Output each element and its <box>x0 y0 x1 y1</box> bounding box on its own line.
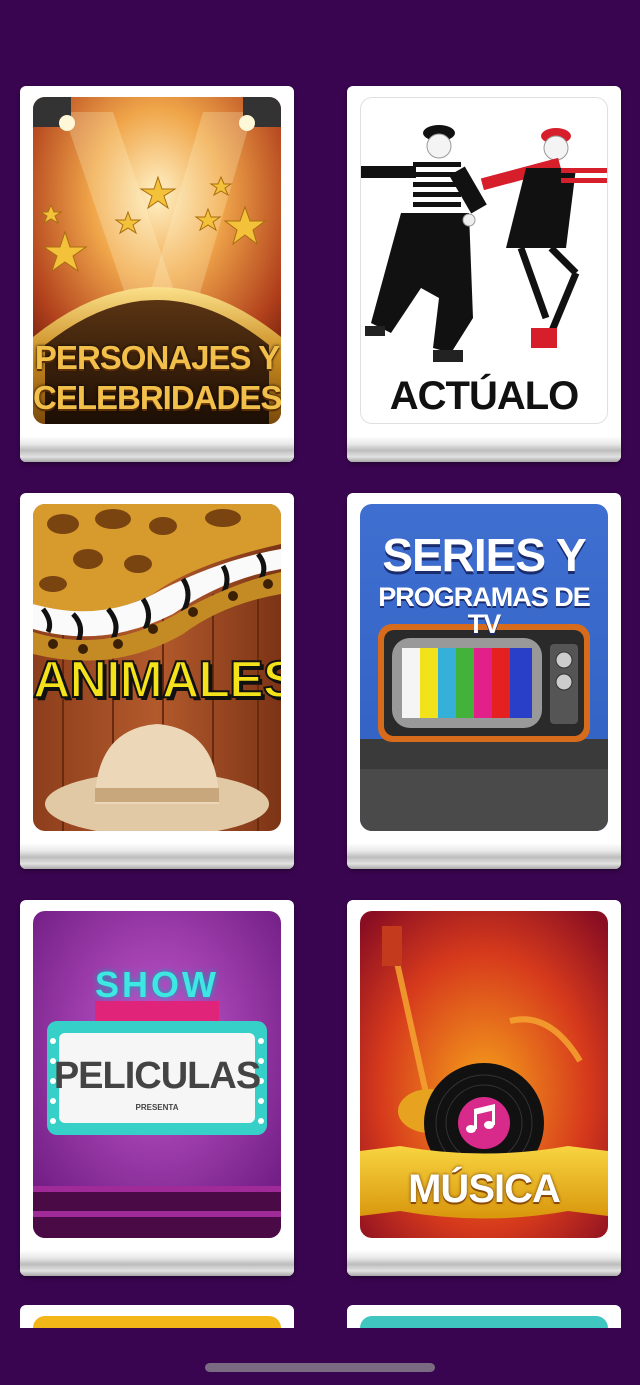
card-base <box>347 436 621 462</box>
category-title: MÚSICA <box>408 1167 561 1211</box>
category-card-series[interactable]: SERIES Y PROGRAMAS DE TV <box>347 493 621 869</box>
category-title: PERSONAJES Y <box>34 339 280 376</box>
card-artwork: SHOW PELICULAS PRESENTA <box>33 911 281 1238</box>
category-title-line2: PROGRAMAS DE TV <box>378 582 591 639</box>
card-base <box>20 436 294 462</box>
category-title: ANIMALES <box>33 651 281 709</box>
category-title: SERIES Y <box>382 529 586 581</box>
category-card-animales[interactable]: ANIMALES <box>20 493 294 869</box>
card-base <box>20 1250 294 1276</box>
category-card-actualo[interactable]: ACTÚALO <box>347 86 621 462</box>
category-title: ACTÚALO <box>389 374 580 418</box>
card-artwork: ACTÚALO <box>360 97 608 424</box>
card-artwork: SERIES Y PROGRAMAS DE TV <box>360 504 608 831</box>
category-card-personajes[interactable]: PERSONAJES Y CELEBRIDADES <box>20 86 294 462</box>
category-title-line2: CELEBRIDADES <box>33 379 281 416</box>
bottom-safe-area <box>0 1328 640 1385</box>
home-indicator[interactable] <box>205 1363 435 1372</box>
card-base <box>347 843 621 869</box>
card-base <box>347 1250 621 1276</box>
category-title: PELICULAS <box>53 1055 261 1097</box>
card-artwork: PERSONAJES Y CELEBRIDADES <box>33 97 281 424</box>
card-base <box>20 843 294 869</box>
card-artwork: ANIMALES <box>33 504 281 831</box>
presenta-label: PRESENTA <box>135 1103 179 1112</box>
category-card-musica[interactable]: MÚSICA <box>347 900 621 1276</box>
card-artwork: MÚSICA <box>360 911 608 1238</box>
marquee-show-label: SHOW <box>95 964 219 1005</box>
category-card-peliculas[interactable]: SHOW PELICULAS PRESENTA <box>20 900 294 1276</box>
